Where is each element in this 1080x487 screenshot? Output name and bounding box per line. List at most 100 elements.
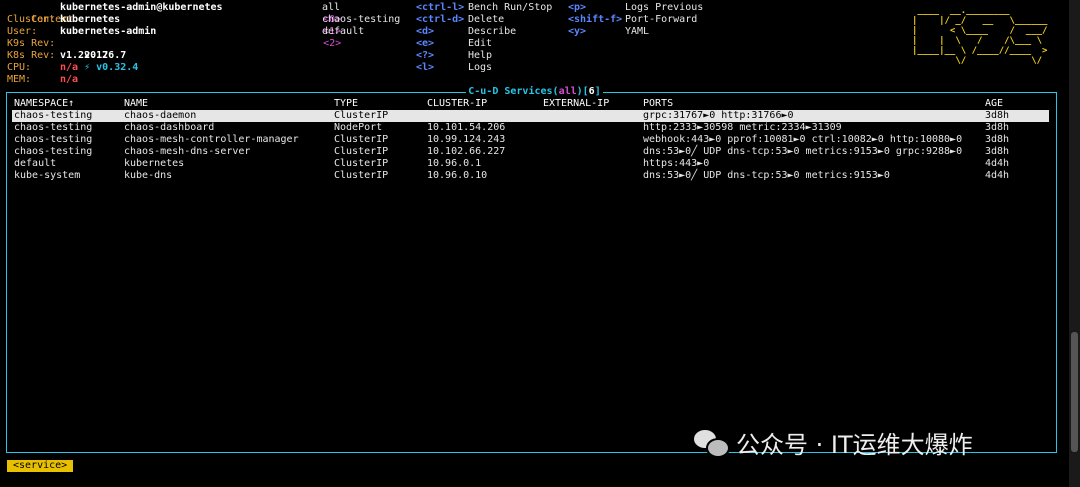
cell-name: kubernetes — [124, 158, 185, 169]
cell-age: 3d8h — [985, 122, 1010, 133]
cell-name: chaos-mesh-dns-server — [124, 146, 251, 157]
user-value: kubernetes-admin — [60, 26, 157, 37]
watermark: 公众号 · IT运维大爆炸 — [694, 424, 973, 460]
cell-ports: http:2333►30598 metric:2334►31309 — [643, 122, 842, 133]
breadcrumb-service[interactable]: <service> — [7, 460, 74, 472]
cell-age: 3d8h — [985, 134, 1010, 145]
shortcut-key: <e> — [416, 38, 435, 49]
panel-title: C-u-D Services(all)[6] — [0, 86, 1069, 98]
cell-type: ClusterIP — [334, 170, 389, 181]
wechat-icon — [694, 428, 730, 458]
cluster-value: kubernetes — [60, 14, 121, 25]
cell-cluster-ip: 10.102.66.227 — [427, 146, 506, 157]
namespace-label: default — [322, 26, 365, 37]
shortcut-help[interactable]: Help — [468, 50, 492, 62]
shortcut-key: <p> — [568, 2, 587, 13]
shortcut-edit[interactable]: Edit — [468, 38, 492, 50]
cell-type: ClusterIP — [334, 158, 389, 169]
cell-name: chaos-mesh-controller-manager — [124, 134, 299, 145]
cell-namespace: chaos-testing — [14, 146, 93, 157]
logo-line: |____|__ \ /____//____ > — [912, 46, 1048, 56]
cell-namespace: chaos-testing — [14, 122, 93, 133]
cell-ports: grpc:31767►0 http:31766►0 — [643, 110, 794, 121]
shortcut-bench[interactable]: Bench Run/Stop — [468, 2, 552, 14]
watermark-text: 公众号 · IT运维大爆炸 — [736, 430, 973, 459]
cell-namespace: kube-system — [14, 170, 81, 181]
panel-title-suffix: ] — [594, 86, 601, 97]
table-header: NAMESPACE↑ NAME TYPE CLUSTER-IP EXTERNAL… — [12, 98, 1049, 110]
shortcut-delete[interactable]: Delete — [468, 14, 504, 26]
shortcut-logs-previous[interactable]: Logs Previous — [625, 2, 703, 14]
cell-name: chaos-dashboard — [124, 122, 215, 133]
shortcut-key: <d> — [416, 26, 435, 37]
cell-age: 4d4h — [985, 170, 1010, 181]
cell-namespace: default — [14, 158, 57, 169]
shortcut-key: <?> — [416, 50, 435, 61]
cpu-value: n/a — [60, 62, 79, 73]
shortcut-key: <l> — [416, 62, 435, 73]
table-row[interactable]: chaos-testing chaos-mesh-controller-mana… — [12, 134, 1049, 146]
shortcut-yaml[interactable]: YAML — [625, 26, 649, 38]
table-row-selected[interactable]: chaos-testing chaos-daemon ClusterIP grp… — [12, 110, 1049, 122]
scrollbar-thumb[interactable] — [1071, 332, 1078, 452]
cell-cluster-ip: 10.96.0.1 — [427, 158, 482, 169]
column-header-type[interactable]: TYPE — [334, 98, 358, 110]
table-row[interactable]: chaos-testing chaos-dashboard NodePort 1… — [12, 122, 1049, 134]
cpu-label: CPU: — [7, 62, 32, 73]
context-value: kubernetes-admin@kubernetes — [60, 2, 223, 13]
cell-type: ClusterIP — [334, 134, 389, 145]
panel-title-mid: )[ — [576, 86, 589, 97]
cell-age: 4d4h — [985, 158, 1010, 169]
shortcut-key: <ctrl-d> — [416, 14, 465, 25]
k8s-rev-value: v1.22.17 — [60, 50, 109, 61]
logo-line: | |/ _/ __ \______ — [912, 16, 1048, 26]
cell-name: chaos-daemon — [124, 110, 197, 121]
k9s-rev-label: K9s Rev: — [7, 38, 56, 49]
cell-ports: dns:53►0╱ UDP dns-tcp:53►0 metrics:9153►… — [643, 170, 890, 181]
cell-ports: https:443►0 — [643, 158, 710, 169]
user-label: User: — [7, 26, 38, 37]
panel-title-prefix: C-u-D Services( — [468, 86, 559, 97]
table-row[interactable]: kube-system kube-dns ClusterIP 10.96.0.1… — [12, 170, 1049, 182]
cell-ports: dns:53►0╱ UDP dns-tcp:53►0 metrics:9153►… — [643, 146, 963, 157]
shortcut-key: <shift-f> — [568, 14, 623, 25]
logo-line: | < \____ / ___/ — [912, 26, 1048, 36]
cell-type: ClusterIP — [334, 146, 389, 157]
column-header-namespace[interactable]: NAMESPACE↑ — [14, 98, 74, 110]
table-row[interactable]: chaos-testing chaos-mesh-dns-server Clus… — [12, 146, 1049, 158]
cell-cluster-ip: 10.99.124.243 — [427, 134, 506, 145]
column-header-age[interactable]: AGE — [985, 98, 1003, 110]
cell-age: 3d8h — [985, 110, 1010, 121]
cell-cluster-ip: 10.96.0.10 — [427, 170, 488, 181]
cell-cluster-ip: 10.101.54.206 — [427, 122, 506, 133]
logo-line: | | \ / /\___ \ — [912, 36, 1048, 46]
namespace-label: chaos-testing — [322, 14, 401, 25]
cell-type: ClusterIP — [334, 110, 389, 121]
shortcut-describe[interactable]: Describe — [468, 26, 516, 38]
cell-name: kube-dns — [124, 170, 173, 181]
mem-label: MEM: — [7, 74, 32, 85]
logo-line: \/ \/ — [912, 56, 1048, 66]
cell-ports: webhook:443►0 pprof:10081►0 ctrl:10082►0… — [643, 134, 963, 145]
column-header-ports[interactable]: PORTS — [643, 98, 673, 110]
k8s-rev-label: K8s Rev: — [7, 50, 56, 61]
namespace-key: <2> — [323, 38, 342, 49]
shortcut-key: <ctrl-l> — [416, 2, 465, 13]
column-header-cluster-ip[interactable]: CLUSTER-IP — [427, 98, 487, 110]
cell-namespace: chaos-testing — [14, 110, 93, 121]
logo-line: ____ __.________ — [912, 6, 1048, 16]
cell-namespace: chaos-testing — [14, 134, 93, 145]
column-header-name[interactable]: NAME — [124, 98, 148, 110]
namespace-label: all — [322, 2, 341, 13]
cluster-label: Cluster: — [7, 14, 56, 25]
panel-title-filter: all — [558, 86, 577, 97]
k9s-new-version: ⚡ v0.32.4 — [84, 62, 139, 73]
shortcut-key: <y> — [568, 26, 587, 37]
column-header-external-ip[interactable]: EXTERNAL-IP — [543, 98, 609, 110]
shortcut-logs[interactable]: Logs — [468, 62, 492, 74]
shortcut-port-forward[interactable]: Port-Forward — [625, 14, 697, 26]
mem-value: n/a — [60, 74, 79, 85]
table-row[interactable]: default kubernetes ClusterIP 10.96.0.1 h… — [12, 158, 1049, 170]
cell-type: NodePort — [334, 122, 383, 133]
cell-age: 3d8h — [985, 146, 1010, 157]
